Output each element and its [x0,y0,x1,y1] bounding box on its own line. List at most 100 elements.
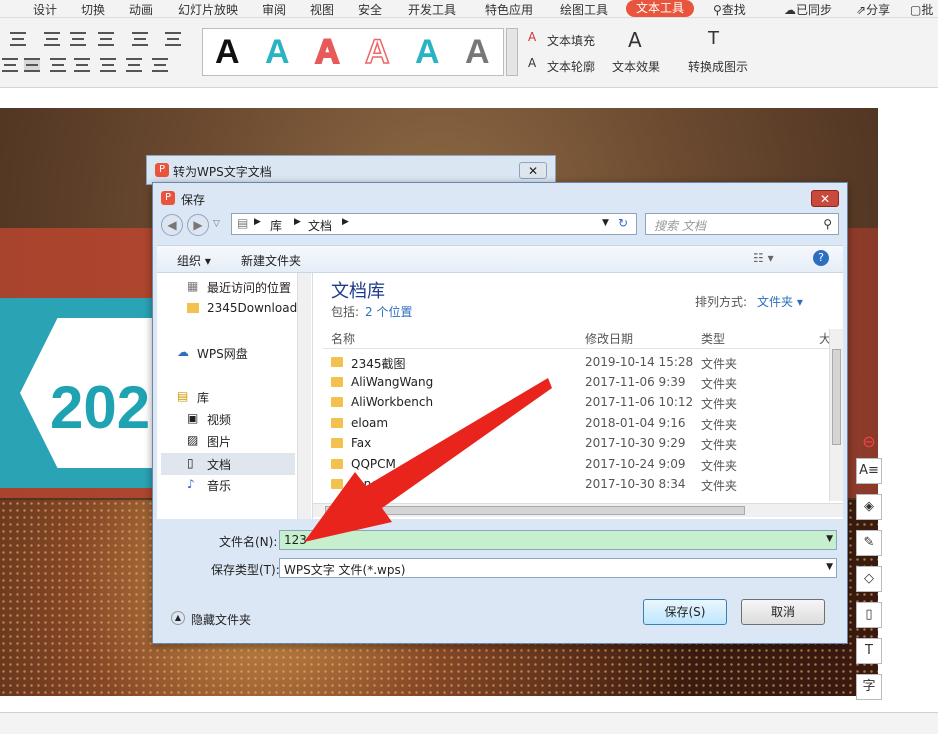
file-list-vscrollbar[interactable] [829,329,843,501]
chevron-down-icon[interactable]: ▼ [602,218,609,228]
forward-icon[interactable]: ▶ [187,214,209,236]
line-spacing-icon[interactable] [100,58,116,72]
nav-pictures[interactable]: 图片 [207,433,231,450]
menu-find[interactable]: ⚲查找 [713,1,746,18]
comment-button[interactable]: ▢批 [910,1,933,18]
share-button[interactable]: ⇗分享 [856,1,890,18]
menu-dev-tools[interactable]: 开发工具 [408,1,456,18]
layers-icon[interactable]: ◈ [856,494,882,520]
nav-music[interactable]: 音乐 [207,477,231,494]
numbered-list-icon[interactable] [132,32,148,46]
file-list-hscrollbar[interactable] [313,503,843,517]
text-style-gallery: A A A A A A [202,28,504,76]
increase-indent-icon[interactable] [70,32,86,46]
organize-button[interactable]: 组织 ▾ [177,252,211,269]
nav-wps-cloud[interactable]: WPS网盘 [197,345,248,362]
file-type: 文件夹 [701,377,738,391]
chevron-down-icon[interactable]: ▼ [826,534,833,544]
close-icon[interactable]: ✕ [811,190,839,207]
breadcrumb-library[interactable]: 库 [270,217,282,234]
menu-transition[interactable]: 切换 [81,1,105,18]
column-name[interactable]: 名称 [331,330,355,347]
style-black[interactable]: A [215,33,240,72]
frame-icon[interactable]: ▯ [856,602,882,628]
filename-input[interactable]: 123 ▼ [279,530,837,550]
paragraph-spacing-icon[interactable] [126,58,142,72]
wps-logo-icon: P [161,191,175,205]
menu-animation[interactable]: 动画 [129,1,153,18]
style-red-outline[interactable]: A [314,32,341,72]
music-icon: ♪ [187,477,195,491]
text-outline-button[interactable]: 文本轮廓 [547,58,595,75]
menu-security[interactable]: 安全 [358,1,382,18]
file-row[interactable]: QQPCM 2017-10-24 9:09 文件夹 [329,455,819,475]
search-icon[interactable]: ⚲ [823,217,832,231]
save-button[interactable]: 保存(S) [643,599,727,625]
sync-status[interactable]: ☁已同步 [784,1,832,18]
locations-link[interactable]: 2 个位置 [365,303,412,320]
collapse-icon[interactable]: ▲ [171,611,185,625]
nav-scrollbar[interactable] [297,273,311,519]
convert-diagram-button[interactable]: 转换成图示 [688,58,748,75]
filetype-select[interactable]: WPS文字 文件(*.wps) ▼ [279,558,837,578]
nav-video[interactable]: 视频 [207,411,231,428]
refresh-icon[interactable]: ↻ [618,216,628,230]
path-sep-icon: ▶ [254,217,261,227]
history-dropdown-icon[interactable]: ▽ [213,219,220,229]
nav-library[interactable]: 库 [197,389,209,406]
align-left-icon[interactable] [2,58,18,72]
style-teal-2[interactable]: A [415,33,440,72]
column-type[interactable]: 类型 [701,330,725,347]
decrease-indent-icon[interactable] [44,32,60,46]
menu-slideshow[interactable]: 幻灯片放映 [178,1,238,18]
text-style-icon[interactable]: A≡ [856,458,882,484]
back-icon[interactable]: ◀ [161,214,183,236]
file-row[interactable]: AliWangWang 2017-11-06 9:39 文件夹 [329,373,819,393]
new-folder-button[interactable]: 新建文件夹 [241,252,301,269]
vertical-align-icon[interactable] [152,58,168,72]
breadcrumb-documents[interactable]: 文档 [308,217,332,234]
text-effect-button[interactable]: 文本效果 [612,58,660,75]
align-center-icon[interactable] [24,58,40,72]
file-row[interactable]: 2345截图 2019-10-14 15:28 文件夹 [329,353,819,373]
columns-icon[interactable] [98,32,114,46]
close-icon[interactable]: ✕ [519,162,547,179]
sort-dropdown[interactable]: 文件夹 ▾ [757,293,803,310]
style-teal[interactable]: A [265,33,290,72]
pen-icon[interactable]: ✎ [856,530,882,556]
view-options-icon[interactable]: ☷ ▾ [753,251,774,265]
menu-features[interactable]: 特色应用 [485,1,533,18]
chevron-down-icon[interactable]: ▼ [826,562,833,572]
menu-text-tools[interactable]: 文本工具 [626,0,695,17]
text-direction-icon[interactable] [165,32,181,46]
help-icon[interactable]: ? [813,250,829,266]
minus-icon[interactable]: ⊖ [856,430,882,456]
align-right-icon[interactable] [50,58,66,72]
search-input[interactable]: 搜索 文档 ⚲ [645,213,839,235]
style-gray[interactable]: A [465,33,490,72]
nav-documents[interactable]: 文档 [207,456,231,473]
status-bar [0,712,938,734]
file-row[interactable]: AliWorkbench 2017-11-06 10:12 文件夹 [329,393,819,413]
style-red-hollow[interactable]: A [364,32,390,72]
file-row[interactable]: eloam 2018-01-04 9:16 文件夹 [329,414,819,434]
menu-design[interactable]: 设计 [33,1,57,18]
text-fill-button[interactable]: 文本填充 [547,32,595,49]
nav-recent[interactable]: 最近访问的位置 [207,279,291,296]
character-icon[interactable]: 字 [856,674,882,700]
bullet-list-icon[interactable] [10,32,26,46]
fill-icon[interactable]: ◇ [856,566,882,592]
column-date[interactable]: 修改日期 [585,330,633,347]
cancel-button[interactable]: 取消 [741,599,825,625]
menu-view[interactable]: 视图 [310,1,334,18]
file-row[interactable]: Fax 2017-10-30 9:29 文件夹 [329,434,819,454]
text-box-icon[interactable]: T [856,638,882,664]
menu-review[interactable]: 审阅 [262,1,286,18]
address-bar[interactable]: ▤ ▶ 库 ▶ 文档 ▶ ▼ ↻ [231,213,637,235]
gallery-scroll[interactable] [506,28,518,76]
nav-downloads[interactable]: 2345Download [207,301,297,315]
menu-draw-tools[interactable]: 绘图工具 [560,1,608,18]
hide-folders-toggle[interactable]: 隐藏文件夹 [191,611,251,628]
justify-icon[interactable] [74,58,90,72]
file-row[interactable]: Tencent 2017-10-30 8:34 文件夹 [329,475,819,495]
